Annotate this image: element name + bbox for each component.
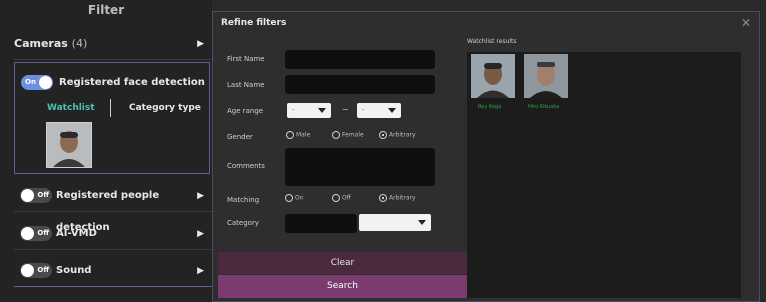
radio-label: Arbitrary: [389, 194, 416, 202]
gender-radio-male[interactable]: Male: [286, 131, 310, 139]
sidebar-item-people-detection[interactable]: Off Registered people detection ▶: [14, 180, 212, 233]
sidebar-item-ai-vmd[interactable]: Off AI-VMD ▶: [14, 218, 212, 250]
toggle-knob: [21, 227, 34, 240]
gender-radio-arbitrary[interactable]: Arbitrary: [379, 131, 416, 139]
face-detection-toggle[interactable]: On: [21, 75, 53, 90]
chevron-right-icon: ▶: [197, 191, 204, 201]
tab-divider: [110, 99, 111, 117]
face-detection-label: Registered face detection: [59, 77, 205, 88]
radio-label: On: [295, 194, 304, 202]
result-name: Hiro Kikuoka: [528, 104, 560, 110]
gender-radio-female[interactable]: Female: [332, 131, 364, 139]
radio-circle: [286, 131, 294, 139]
toggle-state-label: Off: [37, 266, 49, 274]
toggle-state-label: On: [25, 78, 36, 86]
result-name: Rey Koga: [478, 104, 502, 110]
radio-label: Arbitrary: [389, 131, 416, 139]
chevron-right-icon: ▶: [197, 229, 204, 239]
face-detection-panel: On Registered face detection Watchlist C…: [14, 62, 210, 174]
chevron-down-icon: [418, 220, 426, 225]
comments-label: Comments: [227, 162, 265, 170]
last-name-label: Last Name: [227, 81, 265, 89]
toggle-knob: [39, 76, 52, 89]
age-from-value: -: [292, 106, 295, 114]
watchlist-face-thumbnail[interactable]: [46, 122, 92, 168]
last-name-input[interactable]: [285, 75, 435, 94]
result-face-thumbnail[interactable]: [471, 54, 515, 98]
category-input[interactable]: [285, 214, 357, 233]
radio-circle: [332, 131, 340, 139]
matching-radio-on[interactable]: On: [285, 194, 304, 202]
sidebar-item-sound[interactable]: Off Sound ▶: [14, 255, 212, 287]
comments-textarea[interactable]: [285, 148, 435, 186]
age-from-select[interactable]: -: [287, 103, 331, 118]
toggle-state-label: Off: [37, 229, 49, 237]
radio-circle: [285, 194, 293, 202]
tab-watchlist[interactable]: Watchlist: [47, 103, 95, 113]
sound-label: Sound: [56, 265, 92, 276]
matching-radio-off[interactable]: Off: [332, 194, 351, 202]
chevron-down-icon: [318, 108, 326, 113]
radio-label: Off: [342, 194, 351, 202]
result-face-thumbnail[interactable]: [524, 54, 568, 98]
chevron-right-icon: ▶: [197, 39, 204, 49]
gender-label: Gender: [227, 133, 253, 141]
chevron-right-icon: ▶: [197, 266, 204, 276]
chevron-down-icon: [388, 108, 396, 113]
radio-circle-selected: [379, 131, 387, 139]
radio-circle: [332, 194, 340, 202]
age-range-separator: ~: [342, 105, 349, 114]
filter-sidebar: Filter Cameras (4) ▶ On Registered face …: [0, 0, 212, 302]
close-icon[interactable]: ✕: [741, 16, 751, 30]
sidebar-item-cameras[interactable]: Cameras (4) ▶: [14, 28, 212, 60]
first-name-label: First Name: [227, 55, 265, 63]
face-image: [471, 54, 515, 98]
age-to-select[interactable]: -: [357, 103, 401, 118]
toggle-knob: [21, 264, 34, 277]
watchlist-results-panel: Rey Koga Hiro Kikuoka: [467, 52, 741, 298]
face-image: [524, 54, 568, 98]
search-button[interactable]: Search: [218, 275, 467, 298]
tab-category-type[interactable]: Category type: [129, 103, 201, 113]
radio-circle-selected: [379, 194, 387, 202]
category-label: Category: [227, 219, 259, 227]
cameras-label: Cameras: [14, 37, 68, 50]
age-to-value: -: [362, 106, 365, 114]
category-select[interactable]: [359, 214, 431, 231]
app-window: Filter Cameras (4) ▶ On Registered face …: [0, 0, 766, 302]
face-image: [47, 123, 91, 167]
sidebar-title: Filter: [87, 3, 125, 17]
sound-toggle[interactable]: Off: [20, 263, 52, 278]
watchlist-results-title: Watchlist results: [467, 38, 517, 45]
dialog-title: Refine filters: [221, 18, 287, 28]
radio-label: Male: [296, 131, 311, 139]
people-detection-toggle[interactable]: Off: [20, 188, 52, 203]
matching-radio-arbitrary[interactable]: Arbitrary: [379, 194, 416, 202]
ai-vmd-toggle[interactable]: Off: [20, 226, 52, 241]
radio-label: Female: [342, 131, 364, 139]
clear-button[interactable]: Clear: [218, 252, 467, 274]
matching-label: Matching: [227, 196, 260, 204]
refine-filters-dialog: Refine filters ✕ First Name Last Name Ag…: [212, 11, 760, 302]
toggle-state-label: Off: [37, 191, 49, 199]
ai-vmd-label: AI-VMD: [56, 228, 97, 239]
first-name-input[interactable]: [285, 50, 435, 69]
toggle-knob: [21, 189, 34, 202]
age-range-label: Age range: [227, 107, 264, 115]
cameras-count: (4): [71, 37, 88, 50]
